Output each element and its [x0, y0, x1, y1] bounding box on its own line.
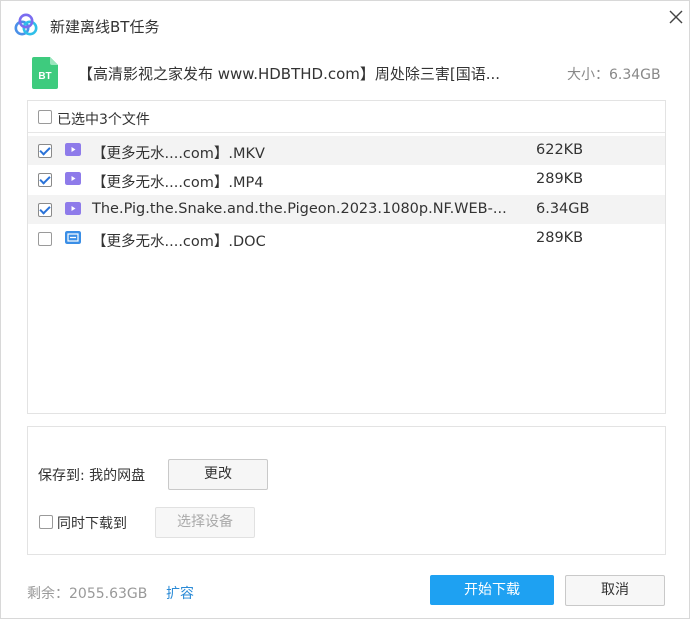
file-checkbox[interactable]	[38, 144, 52, 158]
file-name: 【更多无水....com】.DOC	[92, 234, 266, 250]
app-logo-icon	[14, 13, 38, 36]
document-file-icon	[65, 231, 81, 244]
start-download-button[interactable]: 开始下载	[430, 575, 554, 605]
file-size: 6.34GB	[536, 201, 590, 217]
selected-count-label: 已选中3个文件	[57, 112, 150, 128]
file-checkbox[interactable]	[38, 173, 52, 187]
file-row[interactable]: 【更多无水....com】.MP4 289KB	[28, 165, 665, 194]
cancel-button[interactable]: 取消	[565, 575, 665, 606]
file-name: The.Pig.the.Snake.and.the.Pigeon.2023.10…	[92, 201, 507, 217]
video-file-icon	[65, 172, 81, 185]
sync-download-checkbox[interactable]	[39, 515, 53, 529]
file-row[interactable]: 【更多无水....com】.DOC 289KB	[28, 224, 665, 253]
dialog-title: 新建离线BT任务	[50, 18, 160, 36]
bt-file-icon: BT	[32, 57, 58, 89]
title-bar: 新建离线BT任务	[1, 1, 689, 49]
file-size: 622KB	[536, 142, 584, 158]
sync-download-label: 同时下载到	[57, 516, 127, 532]
task-size: 大小：6.34GB	[567, 67, 661, 83]
expand-storage-link[interactable]: 扩容	[166, 583, 194, 603]
select-all-checkbox[interactable]	[38, 110, 52, 124]
close-icon[interactable]	[664, 5, 688, 29]
save-location-label: 保存到: 我的网盘	[38, 468, 146, 484]
new-bt-task-dialog: 新建离线BT任务 BT 【高清影视之家发布 www.HDBTHD.com】周处除…	[0, 0, 690, 619]
file-name: 【更多无水....com】.MKV	[92, 146, 265, 162]
remaining-space: 剩余：2055.63GB	[27, 586, 148, 602]
video-file-icon	[65, 143, 81, 156]
file-name: 【更多无水....com】.MP4	[92, 175, 264, 191]
file-row[interactable]: The.Pig.the.Snake.and.the.Pigeon.2023.10…	[28, 195, 665, 224]
svg-text:BT: BT	[38, 71, 51, 82]
file-row[interactable]: 【更多无水....com】.MKV 622KB	[28, 136, 665, 165]
video-file-icon	[65, 202, 81, 215]
file-checkbox[interactable]	[38, 232, 52, 246]
file-list-header: 已选中3个文件	[28, 101, 665, 133]
task-name: 【高清影视之家发布 www.HDBTHD.com】周处除三害[国语...	[78, 65, 501, 83]
file-checkbox[interactable]	[38, 203, 52, 217]
file-list-panel: 已选中3个文件 【更多无水....com】.MKV 622KB 【更多无水...…	[27, 100, 666, 414]
select-device-button[interactable]: 选择设备	[155, 507, 255, 538]
file-size: 289KB	[536, 230, 584, 246]
file-size: 289KB	[536, 171, 584, 187]
save-location-panel: 保存到: 我的网盘 更改 同时下载到 选择设备	[27, 426, 666, 555]
change-location-button[interactable]: 更改	[168, 459, 268, 490]
